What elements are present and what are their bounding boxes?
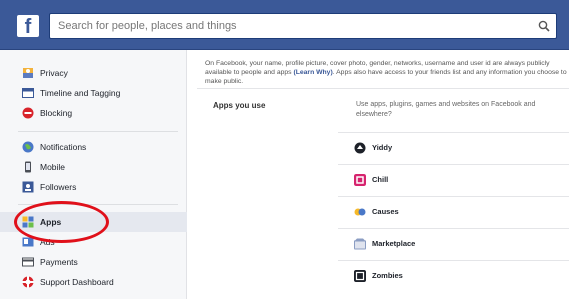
sidebar-item-label: Notifications (40, 142, 87, 152)
sidebar-item-privacy[interactable]: Privacy (0, 63, 187, 83)
app-row-causes[interactable]: Causes (338, 196, 569, 228)
mobile-icon (25, 161, 31, 173)
sidebar-item-timeline[interactable]: Timeline and Tagging (0, 83, 187, 103)
sidebar-group-privacy: Privacy Timeline and Tagging Blocking (0, 63, 187, 123)
facebook-logo-icon[interactable]: f (17, 15, 39, 38)
app-name: Zombies (372, 271, 403, 280)
chill-icon (354, 174, 366, 186)
timeline-icon (22, 88, 34, 98)
sidebar-item-label: Support Dashboard (40, 277, 114, 287)
zombies-icon (354, 270, 366, 282)
app-name: Marketplace (372, 239, 416, 248)
app-row-chill[interactable]: Chill (338, 164, 569, 196)
marketplace-icon (354, 238, 366, 250)
app-row-yiddy[interactable]: Yiddy (338, 132, 569, 164)
yiddy-icon (354, 142, 366, 154)
sidebar-item-label: Timeline and Tagging (40, 88, 121, 98)
apps-settings-panel: On Facebook, your name, profile picture,… (188, 50, 569, 299)
apps-highlight-ring (14, 201, 109, 243)
sidebar-item-notifications[interactable]: Notifications (0, 137, 187, 157)
apps-you-use-label: Apps you use (213, 101, 266, 110)
section-divider (197, 88, 569, 89)
settings-sidebar: Privacy Timeline and Tagging Blocking No… (0, 50, 187, 299)
app-row-zombies[interactable]: Zombies (338, 260, 569, 292)
top-bar: f (0, 0, 569, 50)
sidebar-item-label: Blocking (40, 108, 73, 118)
app-name: Causes (372, 207, 399, 216)
support-icon (22, 276, 34, 288)
sidebar-item-label: Payments (40, 257, 78, 267)
sidebar-item-label: Mobile (40, 162, 66, 172)
search-icon (538, 20, 550, 32)
payments-icon (22, 257, 34, 267)
search-input[interactable] (50, 14, 530, 38)
search-box (49, 13, 557, 39)
apps-you-use-description: Use apps, plugins, games and websites on… (356, 101, 536, 118)
sidebar-divider (18, 131, 178, 132)
intro-text-part: apps (276, 69, 292, 76)
causes-icon (354, 208, 366, 216)
app-row-marketplace[interactable]: Marketplace (338, 228, 569, 260)
sidebar-item-mobile[interactable]: Mobile (0, 157, 187, 177)
sidebar-item-label: Privacy (40, 68, 68, 78)
sidebar-item-label: Followers (40, 182, 77, 192)
intro-text: On Facebook, your name, profile picture,… (205, 59, 569, 86)
blocking-icon (22, 107, 34, 119)
sidebar-group-notifications: Notifications Mobile Followers (0, 137, 187, 197)
followers-icon (22, 181, 34, 193)
search-button[interactable] (532, 14, 556, 38)
sidebar-item-followers[interactable]: Followers (0, 177, 187, 197)
sidebar-item-payments[interactable]: Payments (0, 252, 187, 272)
sidebar-item-support-dashboard[interactable]: Support Dashboard (0, 272, 187, 292)
globe-icon (22, 141, 34, 153)
sidebar-item-blocking[interactable]: Blocking (0, 103, 187, 123)
learn-why-link[interactable]: (Learn Why) (293, 69, 332, 76)
app-name: Chill (372, 175, 389, 184)
app-name: Yiddy (372, 143, 393, 152)
privacy-lock-icon (23, 68, 33, 78)
